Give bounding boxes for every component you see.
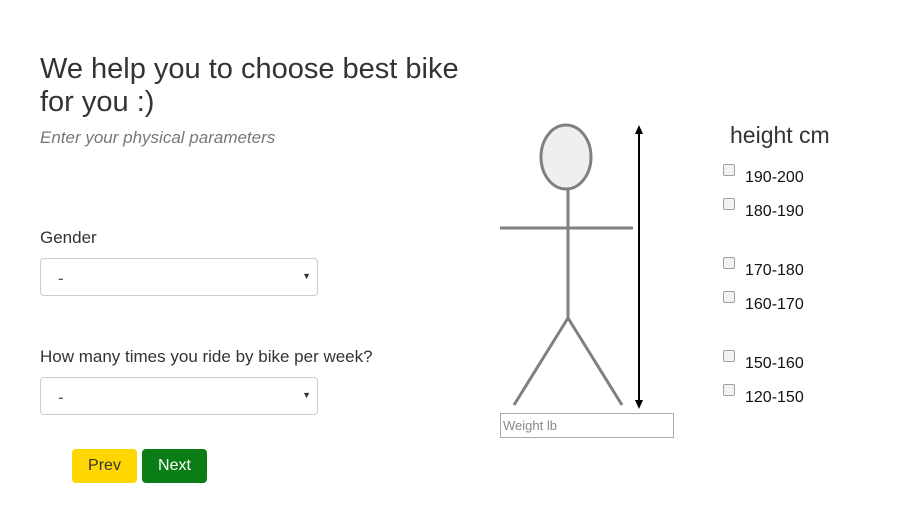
figure-left-leg	[512, 317, 570, 406]
height-arrow-icon	[635, 125, 643, 409]
chevron-down-icon: ▼	[302, 271, 311, 281]
figure-right-leg	[566, 317, 624, 406]
height-checkbox[interactable]	[723, 257, 735, 269]
chevron-down-icon: ▼	[302, 390, 311, 400]
prev-button[interactable]: Prev	[72, 449, 137, 483]
weight-input[interactable]	[500, 413, 674, 438]
height-option-label: 150-160	[745, 355, 804, 372]
height-title: height cm	[730, 122, 830, 148]
stick-figure-illustration	[500, 123, 643, 409]
rides-per-week-label: How many times you ride by bike per week…	[40, 347, 373, 366]
gender-select-value: -	[58, 269, 64, 288]
height-option-label: 120-150	[745, 389, 804, 406]
page: We help you to choose best bike for you …	[0, 0, 900, 524]
page-title: We help you to choose best bike for you …	[40, 53, 459, 118]
height-option-label: 180-190	[745, 203, 804, 220]
rides-per-week-select[interactable]: - ▼	[40, 377, 318, 415]
height-option-label: 160-170	[745, 296, 804, 313]
figure-head	[539, 123, 593, 191]
gender-select[interactable]: - ▼	[40, 258, 318, 296]
next-button[interactable]: Next	[142, 449, 207, 483]
page-subtitle: Enter your physical parameters	[40, 128, 276, 147]
height-option-label: 190-200	[745, 169, 804, 186]
gender-label: Gender	[40, 228, 97, 247]
rides-select-value: -	[58, 388, 64, 407]
height-checkbox[interactable]	[723, 198, 735, 210]
height-checkbox[interactable]	[723, 164, 735, 176]
height-option-label: 170-180	[745, 262, 804, 279]
height-checkbox[interactable]	[723, 350, 735, 362]
height-checkbox[interactable]	[723, 291, 735, 303]
height-checkbox[interactable]	[723, 384, 735, 396]
